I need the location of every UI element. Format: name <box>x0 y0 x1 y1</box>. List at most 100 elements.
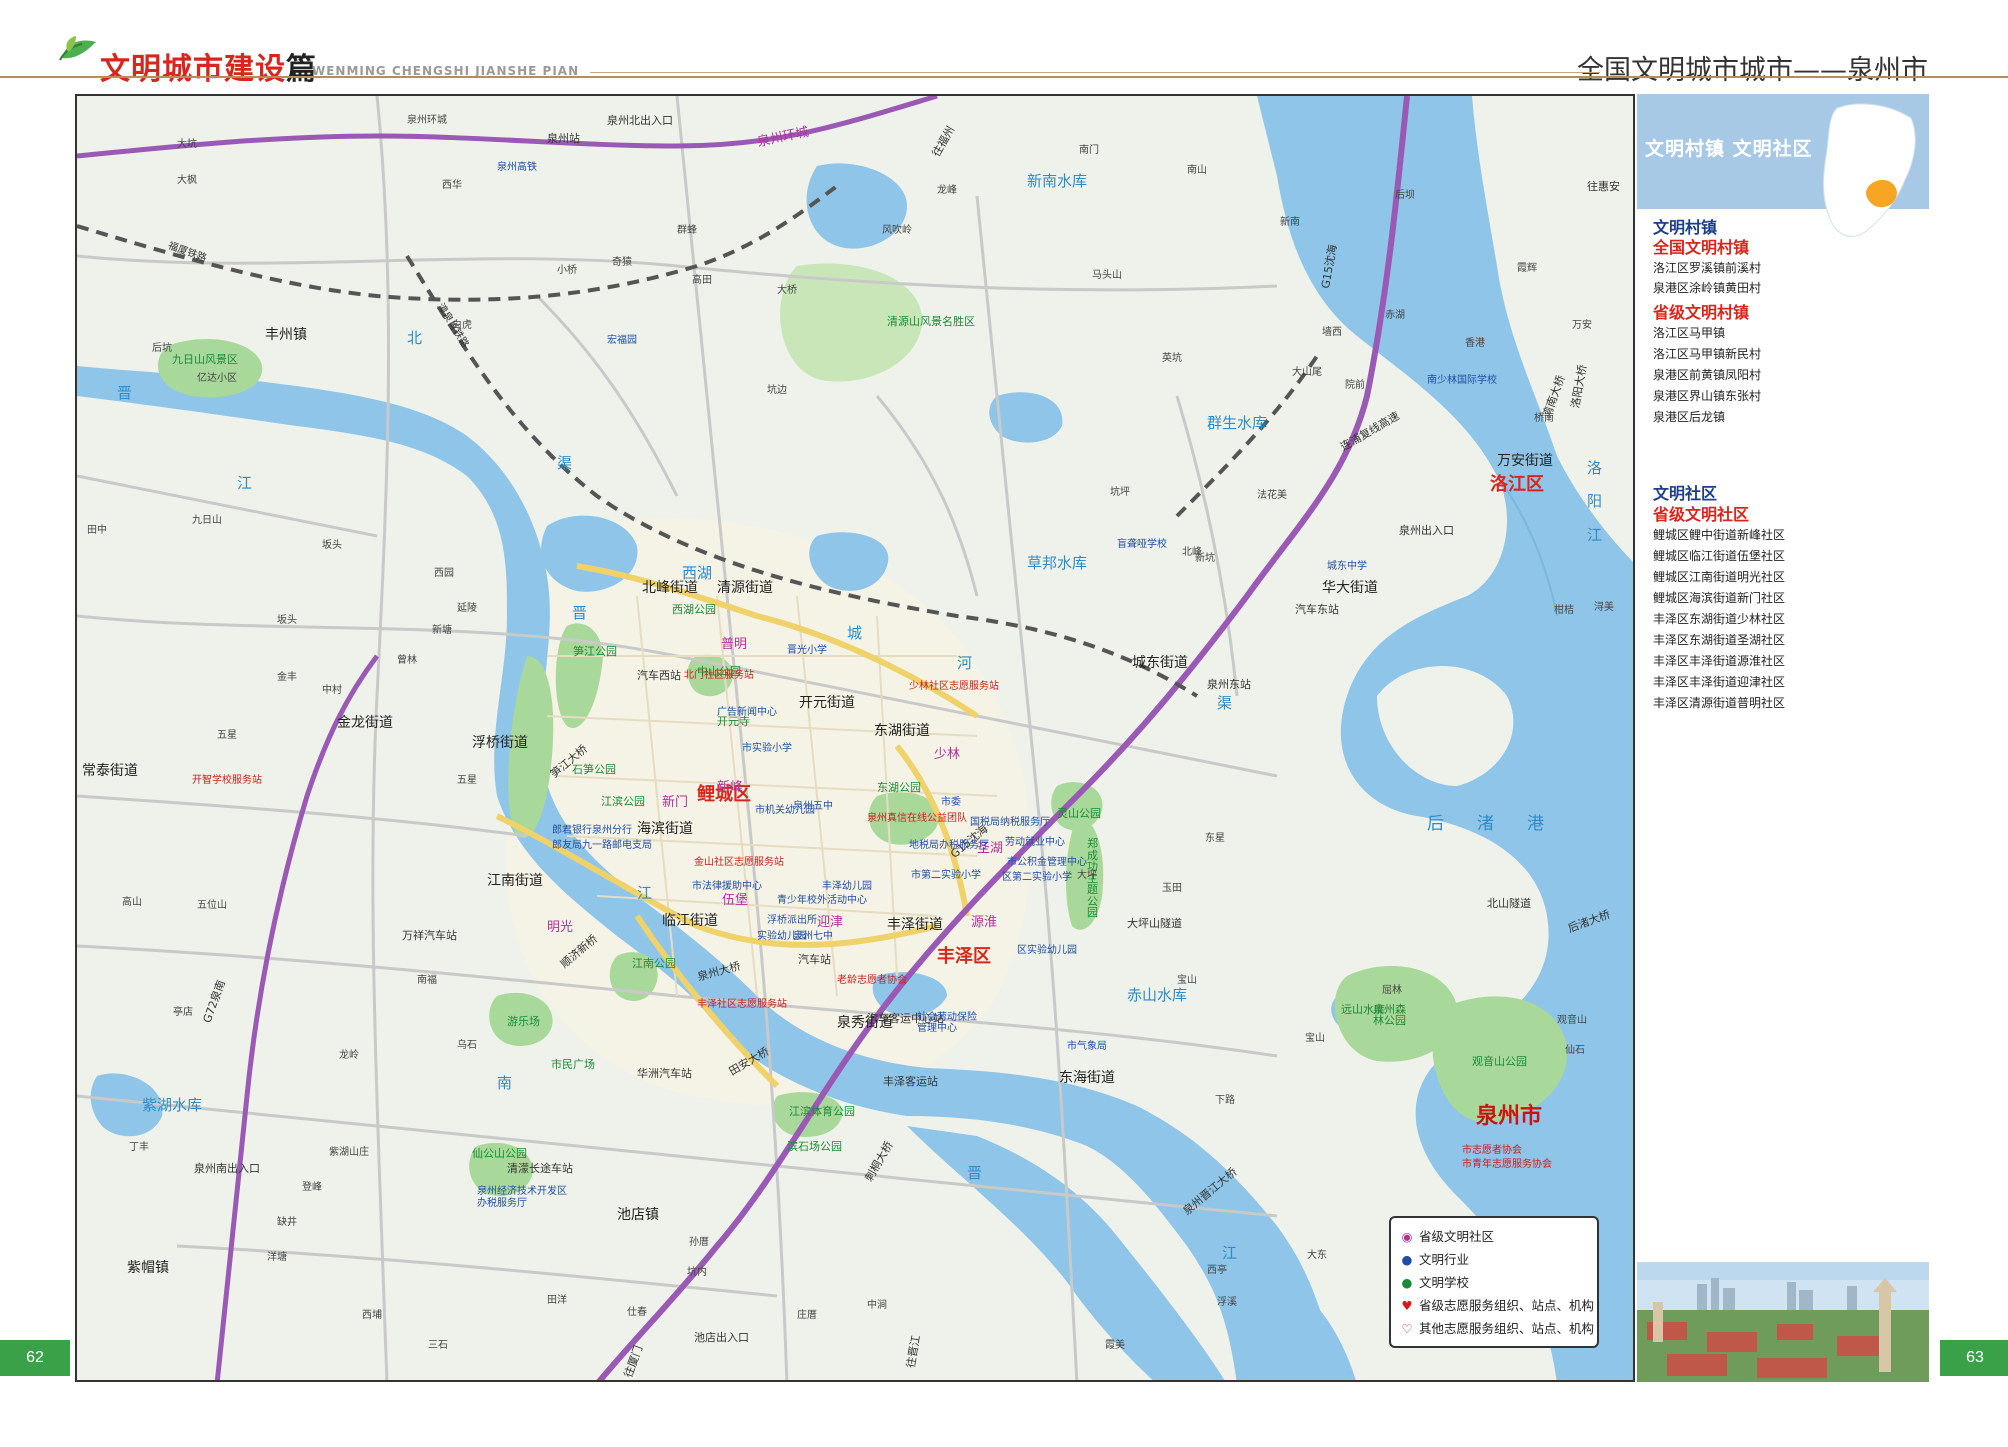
community-label: 少林 <box>934 747 961 762</box>
water-label: 后 <box>1427 814 1444 834</box>
park-label: 江滨体育公园 <box>789 1105 855 1118</box>
page-header: 文明城市建设篇 WENMING CHENGSHI JIANSHE PIAN 全国… <box>0 0 2008 90</box>
marker-label: 泉州高铁 <box>497 162 537 173</box>
place-label: 坑内 <box>687 1267 707 1278</box>
map-panel[interactable]: 泉州环城 福厦铁路 漳泉肖铁路 G15沈海 G15沈海 G72泉南 泉州大桥 笋… <box>75 94 1635 1382</box>
marker-label: 宏福园 <box>607 335 637 346</box>
marker-label: 郎友局九一路邮电支局 <box>552 840 652 851</box>
park-label: 滨石场公园 <box>787 1140 842 1153</box>
place-label: 高田 <box>692 275 712 286</box>
place-label: 龙岭 <box>339 1050 359 1061</box>
fujian-map-icon <box>1823 103 1916 237</box>
place-label: 东星 <box>1205 833 1225 844</box>
place-label: 大坪 <box>1077 870 1097 881</box>
street-label: 东海街道 <box>1059 1070 1115 1086</box>
station-label: 万祥汽车站 <box>402 929 457 942</box>
community-item: 鲤城区江南街道明光社区 <box>1653 570 1786 584</box>
place-label: 坂头 <box>322 540 342 551</box>
header-divider <box>0 76 2008 78</box>
marker-label: 南少林国际学校 <box>1427 375 1497 386</box>
community-item: 鲤城区鲤中街道新峰社区 <box>1653 528 1786 542</box>
place-label: 西亭 <box>1207 1265 1227 1276</box>
water-label: 河 <box>957 654 973 672</box>
place-label: 下路 <box>1215 1095 1235 1106</box>
place-label: 屈林 <box>1382 985 1402 996</box>
place-label: 浔美 <box>1594 602 1614 613</box>
community-item: 丰泽区丰泽街道迎津社区 <box>1653 675 1786 689</box>
place-label: 丁丰 <box>129 1142 149 1153</box>
place-label: 大桥 <box>777 285 797 296</box>
place-label: 仕春 <box>627 1307 647 1318</box>
marker-label: 泉州真信在线公益团队 <box>867 813 967 824</box>
poi-label: 晋光小学 <box>787 645 827 656</box>
legend-row: ● 文明行业 <box>1401 1252 1470 1267</box>
place-label: 三石 <box>428 1340 448 1351</box>
community-label: 普明 <box>721 637 748 652</box>
community-label: 明光 <box>547 920 574 935</box>
community-item: 丰泽区清源街道普明社区 <box>1653 696 1786 710</box>
water-label: 洛 <box>1587 459 1603 477</box>
place-label: 奇猿 <box>612 257 632 268</box>
place-label: 仙石 <box>1565 1045 1585 1056</box>
poi-label: 劳动就业中心 <box>1005 837 1065 848</box>
community-label: 伍堡 <box>722 893 749 908</box>
place-label: 风吹岭 <box>882 225 912 236</box>
marker-label: 市青年志愿服务协会 <box>1462 1159 1552 1170</box>
park-label: 泉州森林公园 <box>1373 1003 1406 1027</box>
city-label: 泉州市 <box>1476 1104 1543 1129</box>
place-label: 坑边 <box>767 385 787 396</box>
village-item: 泉港区后龙镇 <box>1653 410 1726 424</box>
national-villages-heading: 全国文明村镇 <box>1653 238 1750 257</box>
legend-row: ♡ 其他志愿服务组织、站点、机构 <box>1401 1321 1595 1336</box>
leaf-icon <box>59 36 96 61</box>
place-label: 霞美 <box>1105 1340 1125 1351</box>
marker-label: 泉州经济技术开发区办税服务厅 <box>477 1186 567 1209</box>
heart-icon: ♥ <box>1401 1298 1413 1313</box>
village-item: 泉港区界山镇东张村 <box>1653 389 1762 403</box>
town-label: 丰州镇 <box>265 327 307 343</box>
poi-label: 区第二实验小学 <box>1002 872 1072 883</box>
community-item: 丰泽区丰泽街道源淮社区 <box>1653 654 1786 668</box>
place-label: 宝山 <box>1305 1033 1325 1044</box>
street-label: 海滨街道 <box>637 821 693 837</box>
legend-row: ● 文明学校 <box>1401 1275 1470 1290</box>
place-label: 桥南 <box>1534 413 1554 424</box>
industry-icon: ● <box>1401 1252 1413 1267</box>
park-label: 灵山公园 <box>1057 807 1101 820</box>
street-label: 金龙街道 <box>337 715 393 731</box>
community-item: 丰泽区东湖街道圣湖社区 <box>1653 633 1786 647</box>
village-item: 泉港区前黄镇凤阳村 <box>1653 368 1762 382</box>
place-label: 后坝 <box>1395 190 1415 201</box>
marker-label: 丰泽社区志愿服务站 <box>697 999 787 1010</box>
station-label: 汽车东站 <box>1295 603 1339 616</box>
place-label: 大枫 <box>177 175 197 186</box>
place-label: 亿达小区 <box>197 373 237 384</box>
water-label: 晋 <box>967 1164 983 1182</box>
page-subtitle: 全国文明城市城市——泉州市 <box>1577 55 1928 86</box>
park-label: 笋江公园 <box>573 645 617 658</box>
district-label: 洛江区 <box>1490 474 1544 495</box>
marker-label: 少林社区志愿服务站 <box>909 681 999 692</box>
place-label: 新南 <box>1280 217 1300 228</box>
place-label: 泉州环城 <box>407 115 447 126</box>
poi-label: 浮桥派出所 <box>767 915 817 926</box>
poi-label: 丰泽幼儿园 <box>822 881 872 892</box>
place-label: 北峰 <box>1182 547 1202 558</box>
street-label: 浮桥街道 <box>472 735 528 751</box>
town-label: 池店镇 <box>617 1207 659 1223</box>
place-label: 紫湖山庄 <box>329 1147 369 1158</box>
place-label: 马头山 <box>1092 270 1122 281</box>
lake-label: 西湖 <box>682 564 713 582</box>
street-label: 清源街道 <box>717 580 773 596</box>
community-label: 迎津 <box>817 915 844 930</box>
street-label: 临江街道 <box>662 913 718 929</box>
place-label: 万安 <box>1572 320 1592 331</box>
reservoir-label: 赤山水库 <box>1127 986 1188 1004</box>
place-label: 中村 <box>322 685 342 696</box>
page-number-right: 63 <box>1940 1340 2008 1376</box>
school-icon: ● <box>1401 1275 1413 1290</box>
park-label: 观音山公园 <box>1472 1055 1527 1068</box>
community-label: 源淮 <box>971 915 998 930</box>
water-label: 港 <box>1527 814 1544 834</box>
marker-label: 开智学校服务站 <box>192 775 262 786</box>
